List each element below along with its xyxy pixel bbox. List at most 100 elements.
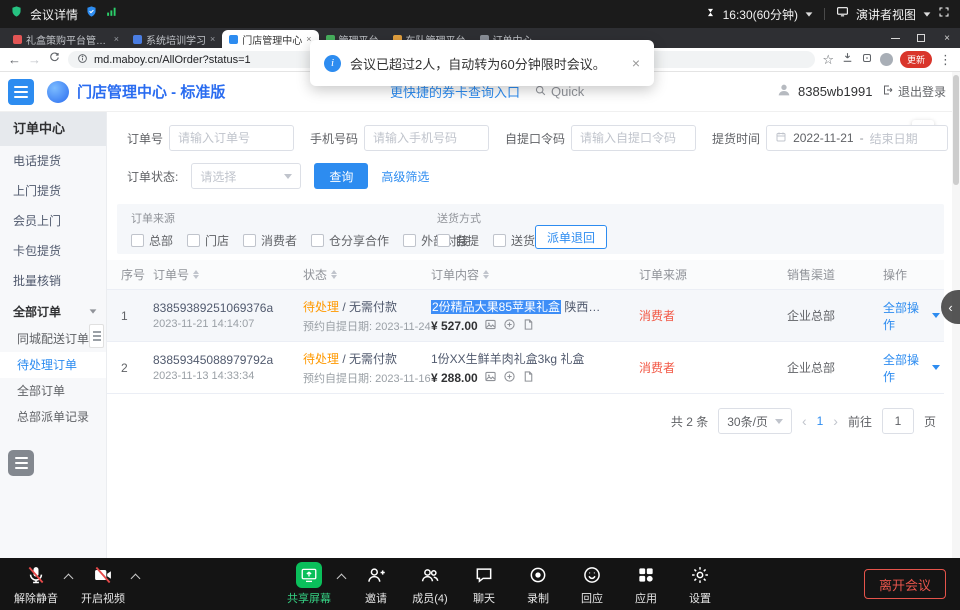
row-actions-dropdown[interactable]: 全部操作 xyxy=(883,351,940,385)
mic-options-chevron-icon[interactable] xyxy=(64,573,74,583)
sales-channel: 企业总部 xyxy=(787,359,883,376)
sort-icon[interactable] xyxy=(331,270,337,279)
settings-button[interactable]: 设置 xyxy=(674,562,726,606)
sidebar-section-orders[interactable]: 订单中心 xyxy=(0,112,106,146)
document-icon[interactable] xyxy=(522,370,535,386)
floating-menu-icon[interactable] xyxy=(8,450,34,476)
dispatch-return-button[interactable]: 派单退回 xyxy=(535,225,607,249)
goto-page-input[interactable] xyxy=(882,408,914,434)
sort-icon[interactable] xyxy=(483,270,489,279)
current-page[interactable]: 1 xyxy=(817,414,824,428)
browser-menu-icon[interactable]: ⋮ xyxy=(939,53,952,66)
share-screen-button[interactable]: 共享屏幕 xyxy=(283,562,335,606)
row-actions-dropdown[interactable]: 全部操作 xyxy=(883,299,940,333)
chevron-down-icon xyxy=(775,419,783,424)
order-no-input[interactable] xyxy=(169,125,294,151)
date-range-picker[interactable]: 2022-11-21 - 结束日期 xyxy=(766,125,948,151)
sidebar-group-all-orders[interactable]: 全部订单 xyxy=(0,296,106,326)
sidebar-item-pending-orders[interactable]: 待处理订单 xyxy=(0,352,106,378)
invite-button[interactable]: 邀请 xyxy=(350,562,402,606)
site-info-icon[interactable] xyxy=(77,53,88,67)
source-checkbox-consumer[interactable]: 消费者 xyxy=(243,232,297,249)
logout-button[interactable]: 退出登录 xyxy=(882,83,946,100)
window-controls: × xyxy=(882,28,960,48)
sidebar-collapse-handle[interactable] xyxy=(89,324,104,348)
table-row: 2 83859345088979792a 2023-11-13 14:33:34… xyxy=(107,342,944,394)
image-icon[interactable] xyxy=(484,318,497,334)
duration-dropdown-icon[interactable] xyxy=(806,12,813,16)
sidebar-item-card-pickup[interactable]: 卡包提货 xyxy=(0,236,106,266)
circle-plus-icon[interactable] xyxy=(503,370,516,386)
tab-favicon xyxy=(229,35,238,44)
fullscreen-icon[interactable] xyxy=(938,5,950,23)
phone-input[interactable] xyxy=(364,125,489,151)
apps-button[interactable]: 应用 xyxy=(620,562,672,606)
order-source-label: 订单来源 xyxy=(131,210,469,226)
share-options-chevron-icon[interactable] xyxy=(337,573,347,583)
next-page-icon[interactable]: › xyxy=(833,413,838,429)
sort-icon[interactable] xyxy=(193,270,199,279)
advanced-filter-link[interactable]: 高级筛选 xyxy=(381,168,429,185)
document-icon[interactable] xyxy=(522,318,535,334)
search-button[interactable]: 查询 xyxy=(314,163,368,189)
close-icon[interactable]: × xyxy=(934,28,960,48)
delivery-checkbox-deliver[interactable]: 送货 xyxy=(493,232,535,249)
sidebar-item-batch-verify[interactable]: 批量核销 xyxy=(0,266,106,296)
network-signal-icon[interactable] xyxy=(105,5,118,23)
members-button[interactable]: 成员(4) xyxy=(404,562,456,606)
pickup-code-input[interactable] xyxy=(571,125,696,151)
leave-meeting-button[interactable]: 离开会议 xyxy=(864,569,946,599)
image-icon[interactable] xyxy=(484,370,497,386)
sidebar-item-member-visit[interactable]: 会员上门 xyxy=(0,206,106,236)
tab-close-icon[interactable]: × xyxy=(114,35,119,44)
row-index: 2 xyxy=(107,361,153,375)
browser-tab-active[interactable]: 门店管理中心 × xyxy=(222,30,318,48)
video-options-chevron-icon[interactable] xyxy=(131,573,141,583)
delivery-checkbox-pickup[interactable]: 自提 xyxy=(437,232,479,249)
back-icon[interactable]: ← xyxy=(8,53,21,66)
browser-tab[interactable]: 系统培训学习 × xyxy=(126,30,222,48)
sidebar-item-dispatch-records[interactable]: 总部派单记录 xyxy=(0,404,106,430)
maximize-icon[interactable] xyxy=(908,28,934,48)
record-button[interactable]: 录制 xyxy=(512,562,564,606)
meeting-details-button[interactable]: 会议详情 xyxy=(30,6,78,23)
chevron-down-icon xyxy=(90,309,97,313)
bookmark-star-icon[interactable]: ☆ xyxy=(822,53,834,66)
order-status-select[interactable]: 请选择 xyxy=(191,163,301,189)
prev-page-icon[interactable]: ‹ xyxy=(802,413,807,429)
unmute-button[interactable]: 解除静音 xyxy=(10,562,62,606)
menu-toggle-button[interactable] xyxy=(8,79,34,105)
record-icon xyxy=(528,562,548,588)
reactions-button[interactable]: 回应 xyxy=(566,562,618,606)
view-mode-icon xyxy=(836,5,849,23)
sidebar-item-door-pickup[interactable]: 上门提货 xyxy=(0,176,106,206)
toast-message: 会议已超过2人，自动转为60分钟限时会议。 xyxy=(350,54,606,73)
checkbox-icon xyxy=(403,234,416,247)
profile-avatar[interactable] xyxy=(880,53,893,66)
minimize-icon[interactable] xyxy=(882,28,908,48)
toast-close-icon[interactable]: × xyxy=(632,55,640,71)
chat-button[interactable]: 聊天 xyxy=(458,562,510,606)
circle-plus-icon[interactable] xyxy=(503,318,516,334)
sidebar-item-phone-pickup[interactable]: 电话提货 xyxy=(0,146,106,176)
source-checkbox-store[interactable]: 门店 xyxy=(187,232,229,249)
sidebar-item-all-orders[interactable]: 全部订单 xyxy=(0,378,106,404)
security-shield-icon[interactable] xyxy=(10,5,23,23)
extensions-icon[interactable] xyxy=(861,51,873,69)
view-mode-button[interactable]: 演讲者视图 xyxy=(856,6,916,23)
download-icon[interactable] xyxy=(841,51,854,69)
refresh-icon[interactable] xyxy=(48,51,61,69)
page-size-select[interactable]: 30条/页 xyxy=(718,408,792,434)
user-account[interactable]: 8385wb1991 xyxy=(776,82,872,101)
source-checkbox-warehouse[interactable]: 仓分享合作 xyxy=(311,232,389,249)
tab-close-icon[interactable]: × xyxy=(210,35,215,44)
source-checkbox-hq[interactable]: 总部 xyxy=(131,232,173,249)
order-time: 2023-11-21 14:14:07 xyxy=(153,318,299,330)
view-dropdown-icon[interactable] xyxy=(924,12,931,16)
timer-icon xyxy=(705,5,716,23)
browser-tab[interactable]: 礼盒策购平台管理中心 × xyxy=(6,30,126,48)
browser-update-button[interactable]: 更新 xyxy=(900,51,932,68)
forward-icon[interactable]: → xyxy=(28,53,41,66)
start-video-button[interactable]: 开启视频 xyxy=(77,562,129,606)
info-icon: i xyxy=(324,55,341,72)
